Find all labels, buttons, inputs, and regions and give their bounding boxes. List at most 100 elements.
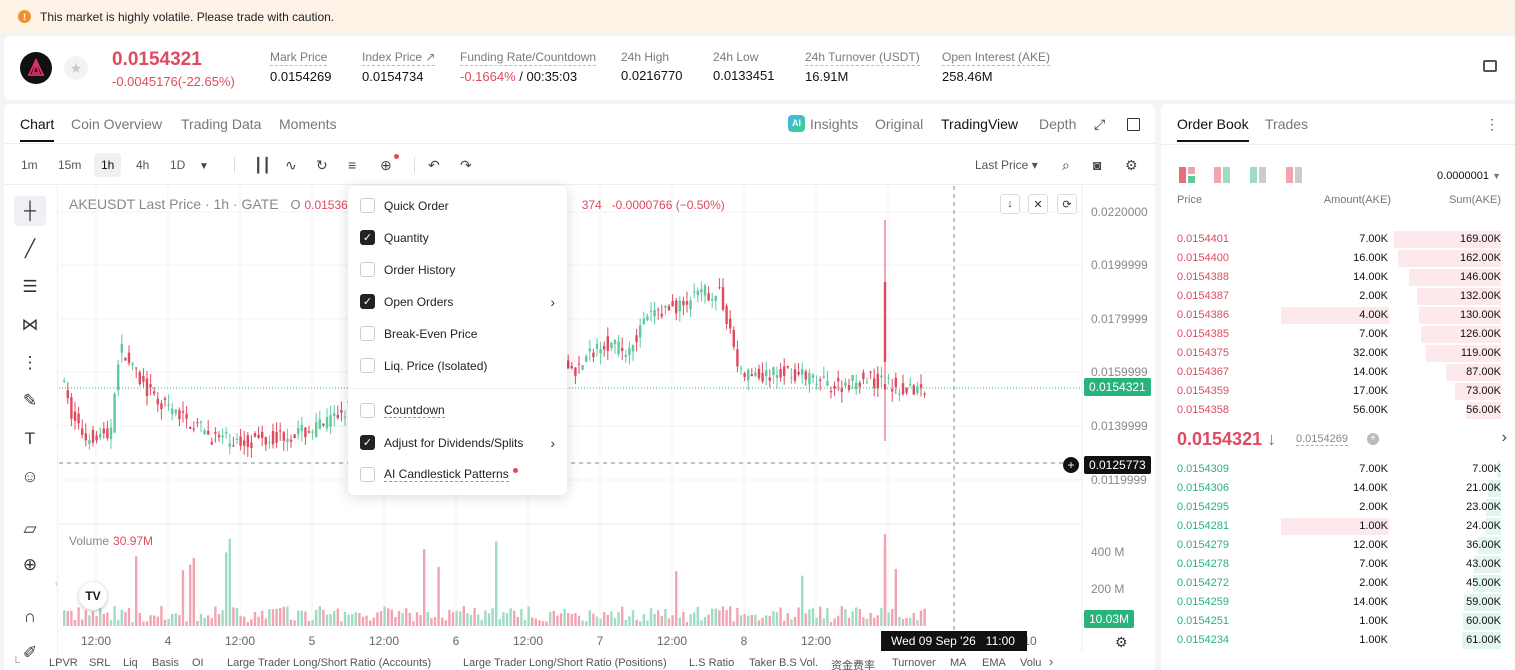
indicator-basis[interactable]: Basis [152,657,179,669]
tab-original[interactable]: Original [875,116,923,132]
add-settings-icon[interactable]: ⊕ [380,154,399,173]
ask-row[interactable]: 0.0154386 4.00K 130.00K [1161,306,1515,325]
bid-row[interactable]: 0.0154309 7.00K 7.00K [1161,460,1515,479]
menu-item-order-history[interactable]: Order History [360,262,555,277]
menu-item-quantity[interactable]: ✓ Quantity [360,230,555,245]
candlestick-chart[interactable]: 0.02200000.01999990.01799990.01599990.01… [59,186,1155,652]
checkbox-checked-icon[interactable]: ✓ [360,294,375,309]
view-bids-icon[interactable] [1214,167,1230,183]
menu-item-liq-price[interactable]: Liq. Price (Isolated) [360,358,555,373]
checkbox-checked-icon[interactable]: ✓ [360,230,375,245]
price-chart-area[interactable]: 0.0220000 0.0199999 0.0179999 0.0159999 0.01… [55,186,1155,670]
emoji-icon[interactable]: ☺ [14,462,46,492]
scroll-right-icon[interactable]: › [1049,654,1053,669]
redo-icon[interactable]: ↷ [460,157,472,173]
tab-coin-overview[interactable]: Coin Overview [71,116,162,132]
indicator-lpvr[interactable]: LPVR [49,657,78,669]
scroll-latest-button[interactable]: ↓ [1000,194,1020,214]
stat-funding-rate[interactable]: Funding Rate/Countdown -0.1664% / 00:35:… [460,50,597,84]
tab-order-book[interactable]: Order Book [1177,116,1249,142]
camera-icon[interactable]: ◙ [1093,157,1101,173]
menu-item-ai-patterns[interactable]: AI Candlestick Patterns [360,467,555,482]
menu-item-open-orders[interactable]: ✓ Open Orders › [360,294,555,310]
timeframe-1d[interactable]: 1D [163,153,192,177]
ask-row[interactable]: 0.0154387 2.00K 132.00K [1161,287,1515,306]
price-type-select[interactable]: Last Price ▾ [968,153,1045,177]
view-asks-icon[interactable] [1250,167,1266,183]
stat-index-price[interactable]: Index Price ↗ 0.0154734 [362,50,436,84]
add-icon[interactable]: + [1367,433,1379,445]
stat-mark-price[interactable]: Mark Price 0.0154269 [270,50,331,84]
checkbox-icon[interactable] [360,262,375,277]
ask-row[interactable]: 0.0154388 14.00K 146.00K [1161,268,1515,287]
indicator-srl[interactable]: SRL [89,657,110,669]
chevron-right-icon[interactable]: › [1502,429,1507,447]
brush-icon[interactable]: ✎ [14,386,46,416]
indicator-ls-positions[interactable]: Large Trader Long/Short Ratio (Positions… [463,657,667,669]
favorite-star-icon[interactable]: ★ [64,56,88,80]
fib-icon[interactable]: ⋮ [14,348,46,378]
bid-row[interactable]: 0.0154278 7.00K 43.00K [1161,555,1515,574]
ask-row[interactable]: 0.0154358 56.00K 56.00K [1161,401,1515,420]
checkbox-icon[interactable] [360,467,375,482]
scroll-left-icon[interactable]: ‹ [55,578,58,588]
ask-row[interactable]: 0.0154359 17.00K 73.00K [1161,382,1515,401]
autoscale-button[interactable]: ⟳ [1057,194,1077,214]
ruler-icon[interactable]: ▱ [14,514,46,544]
tab-tradingview[interactable]: TradingView [941,116,1018,132]
checkbox-icon[interactable] [360,403,375,418]
bid-row[interactable]: 0.0154272 2.00K 45.00K [1161,574,1515,593]
bid-row[interactable]: 0.0154251 1.00K 60.00K [1161,612,1515,631]
text-icon[interactable]: T [14,424,46,454]
gear-icon[interactable]: ⚙ [1125,157,1138,173]
indicator-ls-accounts[interactable]: Large Trader Long/Short Ratio (Accounts) [227,657,431,669]
indicator-taker-vol[interactable]: Taker B.S Vol. [749,657,818,669]
tab-trading-data[interactable]: Trading Data [181,116,261,132]
replay-icon[interactable]: ↻ [316,157,328,173]
ask-row[interactable]: 0.0154401 7.00K 169.00K [1161,230,1515,249]
trend-line-icon[interactable]: ╱ [14,234,46,264]
checkbox-icon[interactable] [360,326,375,341]
mid-price-row[interactable]: 0.0154321 ↓ 0.0154269 + › [1177,429,1507,451]
stat-24h-turnover[interactable]: 24h Turnover (USDT) 16.91M [805,50,920,84]
ask-row[interactable]: 0.0154375 32.00K 119.00K [1161,344,1515,363]
zoom-in-icon[interactable]: ⊕ [14,550,46,580]
checkbox-icon[interactable] [360,198,375,213]
timeframe-15m[interactable]: 15m [51,153,88,177]
indicator-funding-rate[interactable]: 资金费率 [831,657,875,670]
indicator-liq[interactable]: Liq [123,657,138,669]
tab-chart[interactable]: Chart [20,116,55,142]
chart-settings-icon[interactable]: ⚙ [1115,634,1128,651]
timeframe-4h[interactable]: 4h [129,153,156,177]
timeframe-dropdown-icon[interactable]: ▼ [199,159,209,175]
tab-moments[interactable]: Moments [279,116,337,132]
bid-row[interactable]: 0.0154281 1.00K 24.00K [1161,517,1515,536]
checkbox-checked-icon[interactable]: ✓ [360,435,375,450]
menu-item-adjust-dividends[interactable]: ✓ Adjust for Dividends/Splits › [360,435,555,451]
magnet-icon[interactable]: ∩ [14,602,46,632]
tab-trades[interactable]: Trades [1265,116,1308,132]
indicator-volume[interactable]: Volu [1020,657,1041,669]
more-icon[interactable]: ⋮ [1485,116,1499,133]
add-alert-icon[interactable]: + [1063,457,1079,473]
indicator-oi[interactable]: OI [192,657,204,669]
menu-item-break-even[interactable]: Break-Even Price [360,326,555,341]
bid-row[interactable]: 0.0154234 1.00K 61.00K [1161,631,1515,650]
collapse-button[interactable]: ✕ [1028,194,1048,214]
menu-item-quick-order[interactable]: Quick Order [360,198,555,213]
precision-select[interactable]: 0.0000001 ▼ [1437,170,1501,182]
indicator-ls-ratio[interactable]: L.S Ratio [689,657,734,669]
ask-row[interactable]: 0.0154385 7.00K 126.00K [1161,325,1515,344]
window-icon[interactable] [1127,118,1140,131]
indicator-ma[interactable]: MA [950,657,967,669]
crosshair-icon[interactable]: ┼ [14,196,46,226]
bid-row[interactable]: 0.0154259 14.00K 59.00K [1161,593,1515,612]
guide-book-icon[interactable] [1483,60,1497,72]
checkbox-icon[interactable] [360,358,375,373]
ask-row[interactable]: 0.0154367 14.00K 87.00K [1161,363,1515,382]
expand-icon[interactable]: ⤢ [1094,116,1105,133]
tab-depth[interactable]: Depth [1039,116,1076,132]
ask-row[interactable]: 0.0154400 16.00K 162.00K [1161,249,1515,268]
view-both-icon[interactable] [1179,167,1195,183]
candles-icon[interactable]: ┃┃ [254,157,271,173]
